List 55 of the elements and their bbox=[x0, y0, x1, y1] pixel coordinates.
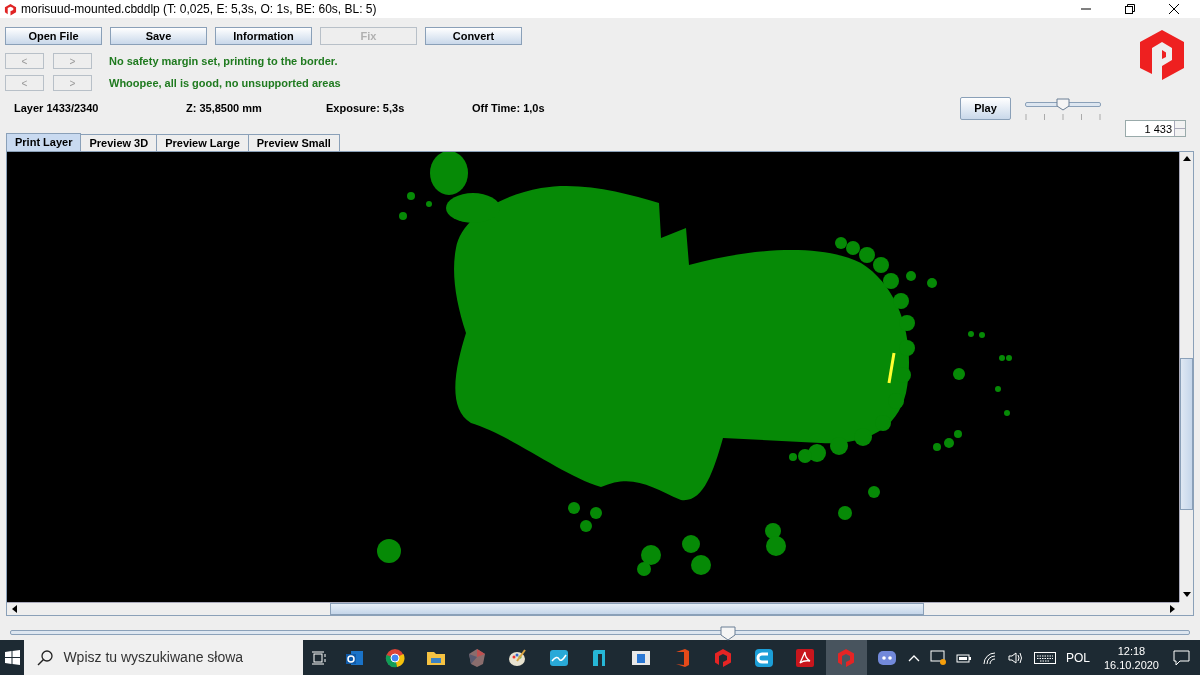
toolbar-button[interactable]: Convert bbox=[425, 27, 522, 45]
scroll-up-icon[interactable] bbox=[1182, 156, 1191, 162]
speed-slider[interactable] bbox=[1025, 98, 1101, 122]
windows-icon bbox=[4, 650, 20, 665]
gem-icon bbox=[467, 647, 488, 668]
layer-slider[interactable] bbox=[10, 625, 1190, 640]
slider-thumb[interactable] bbox=[1056, 98, 1070, 111]
tab[interactable]: Preview 3D bbox=[81, 133, 158, 151]
toolbar-button[interactable]: Open File bbox=[5, 27, 102, 45]
clock-time: 12:18 bbox=[1117, 643, 1146, 658]
battery-icon[interactable] bbox=[955, 651, 972, 664]
app-logo-icon bbox=[4, 2, 17, 16]
wifi-icon[interactable] bbox=[981, 650, 998, 665]
cura-icon bbox=[754, 647, 775, 668]
status-message: Whoopee, all is good, no unsupported areas bbox=[109, 75, 341, 91]
clock-date: 16.10.2020 bbox=[1103, 657, 1159, 672]
close-icon[interactable] bbox=[1168, 3, 1180, 15]
exposure-label: Exposure: 5,3s bbox=[326, 101, 406, 116]
notifications-icon[interactable] bbox=[1173, 649, 1190, 666]
palette-icon bbox=[508, 647, 529, 668]
hexagon-icon bbox=[713, 647, 734, 668]
layer-spinner[interactable]: 1 433 bbox=[1125, 120, 1186, 137]
pdf-icon bbox=[795, 647, 816, 668]
wave-icon bbox=[549, 647, 570, 668]
tab[interactable]: Print Layer bbox=[6, 132, 82, 151]
layer-number-field[interactable]: 1 433 bbox=[1126, 121, 1174, 136]
tab[interactable]: Preview Large bbox=[157, 133, 249, 151]
status-message: No safety margin set, printing to the border. bbox=[109, 53, 338, 69]
scroll-left-icon[interactable] bbox=[11, 604, 17, 613]
off-time-label: Off Time: 1,0s bbox=[472, 101, 545, 116]
toolbar-button[interactable]: Information bbox=[215, 27, 312, 45]
language-indicator[interactable]: POL bbox=[1065, 648, 1090, 667]
chevron-up-icon[interactable] bbox=[907, 653, 920, 662]
restore-icon[interactable] bbox=[1124, 3, 1136, 15]
monitor-icon[interactable] bbox=[929, 650, 946, 665]
search-icon bbox=[37, 649, 54, 666]
window-title: morisuud-mounted.cbddlp (T: 0,025, E: 5,3s, O: 1s, BE: 60s, BL: 5) bbox=[21, 1, 377, 18]
scroll-right-icon[interactable] bbox=[1169, 604, 1175, 613]
hexagon-icon bbox=[836, 647, 857, 668]
vertical-scrollbar[interactable] bbox=[1179, 151, 1193, 602]
tab[interactable]: Preview Small bbox=[248, 133, 340, 151]
app-logo-icon bbox=[1138, 28, 1186, 82]
layer-label: Layer 1433/2340 bbox=[14, 102, 99, 114]
browser-icon bbox=[385, 647, 406, 668]
taskbar-search-box[interactable]: Wpisz tu wyszukiwane słowa bbox=[24, 640, 304, 675]
play-button[interactable]: Play bbox=[960, 97, 1011, 120]
speaker-icon[interactable] bbox=[1007, 650, 1024, 665]
search-field[interactable]: Wpisz tu wyszukiwane słowa bbox=[63, 647, 304, 668]
keyboard-icon[interactable] bbox=[1033, 651, 1056, 664]
task-view-icon[interactable] bbox=[310, 650, 327, 665]
clock[interactable]: 12:18 16.10.2020 bbox=[1103, 643, 1159, 672]
slider-ticks-icon bbox=[1025, 114, 1101, 121]
scroll-down-icon[interactable] bbox=[1182, 592, 1191, 598]
toolbar-button[interactable]: Save bbox=[110, 27, 207, 45]
z-height-label: Z: 35,8500 mm bbox=[186, 101, 263, 116]
